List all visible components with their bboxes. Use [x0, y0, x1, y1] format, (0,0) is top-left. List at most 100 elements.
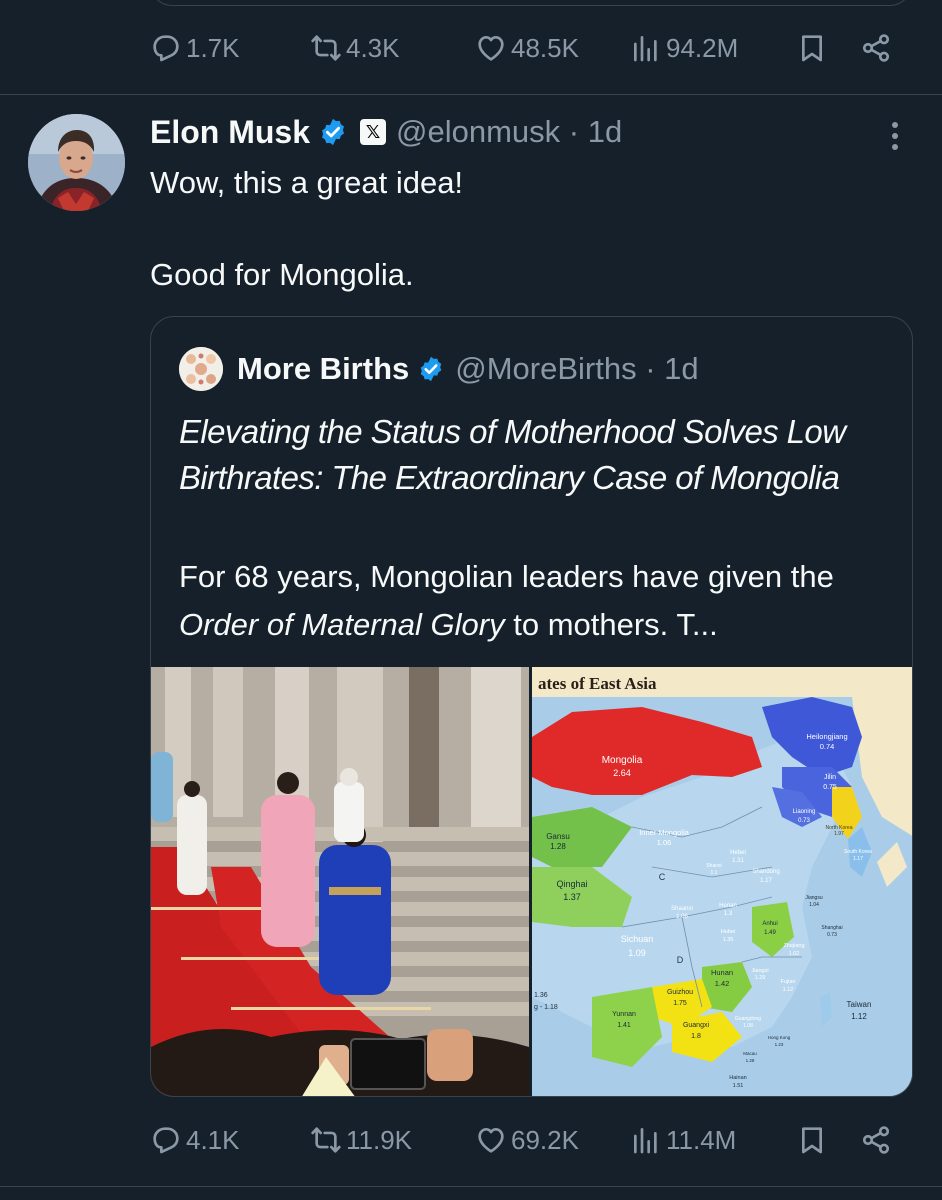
svg-text:Macau: Macau — [743, 1051, 757, 1056]
verified-badge-icon — [322, 118, 345, 146]
map-title: ates of East Asia — [538, 674, 657, 693]
svg-text:Jilin: Jilin — [824, 774, 836, 781]
views-icon — [634, 36, 657, 62]
svg-text:1.04: 1.04 — [809, 902, 819, 908]
svg-text:1.02: 1.02 — [789, 951, 800, 957]
quoted-tweet-header: More Births @MoreBirths · 1d — [179, 347, 699, 391]
verified-badge-icon — [420, 356, 442, 382]
views-icon — [634, 1128, 657, 1154]
divider — [0, 94, 942, 95]
svg-text:Liaoning: Liaoning — [793, 809, 816, 815]
author-name[interactable]: Elon Musk — [150, 114, 310, 151]
svg-text:1.35: 1.35 — [723, 937, 734, 943]
svg-text:0.74: 0.74 — [820, 742, 835, 751]
bookmark-button[interactable] — [796, 1120, 828, 1160]
author-handle: @elonmusk · 1d — [396, 114, 623, 149]
reply-icon — [153, 35, 179, 62]
svg-text:1.06: 1.06 — [676, 914, 688, 920]
svg-text:1.06: 1.06 — [657, 838, 672, 847]
ceremony-photo[interactable] — [151, 667, 529, 1096]
svg-text:1.29: 1.29 — [755, 975, 766, 981]
reply-count: 4.1K — [186, 1124, 240, 1155]
svg-text:Shanxi: Shanxi — [706, 863, 721, 869]
svg-text:1.1: 1.1 — [711, 870, 718, 876]
svg-text:Shanghai: Shanghai — [821, 925, 842, 931]
svg-text:1.17: 1.17 — [760, 878, 772, 884]
views-count: 94.2M — [666, 32, 739, 63]
svg-text:1.42: 1.42 — [715, 979, 730, 988]
svg-text:Shaanxi: Shaanxi — [671, 906, 693, 912]
svg-text:Jiangxi: Jiangxi — [751, 968, 768, 974]
quoted-author-handle: @MoreBirths · 1d — [455, 351, 699, 386]
like-button[interactable]: 48.5K — [475, 28, 579, 68]
bookmark-button[interactable] — [796, 28, 828, 68]
tweet-text-line: Wow, this a great idea! — [150, 165, 464, 200]
svg-text:Yunnan: Yunnan — [612, 1011, 636, 1018]
svg-text:2.64: 2.64 — [613, 768, 631, 778]
svg-text:Hainan: Hainan — [729, 1075, 746, 1081]
svg-text:1.23: 1.23 — [775, 1042, 784, 1047]
repost-icon — [311, 35, 341, 61]
svg-text:0.73: 0.73 — [798, 818, 810, 824]
ceremony-photo-image — [151, 667, 529, 1096]
repost-icon — [311, 1127, 341, 1153]
svg-text:Hunan: Hunan — [711, 968, 733, 977]
previous-tweet-actions: 1.7K 4.3K 48.5K 94.2M — [150, 28, 910, 68]
svg-text:Henan: Henan — [719, 903, 737, 909]
order-name: Order of Maternal Glory — [179, 607, 505, 642]
divider — [0, 1186, 942, 1187]
avatar-image — [28, 114, 125, 211]
views-button[interactable]: 94.2M — [630, 28, 738, 68]
heart-icon — [478, 1128, 504, 1153]
quoted-author-name: More Births — [237, 351, 410, 386]
previous-card-edge — [150, 0, 912, 6]
svg-text:Gansu: Gansu — [546, 832, 570, 841]
repost-button[interactable]: 4.3K — [310, 28, 400, 68]
svg-text:1.75: 1.75 — [673, 1000, 687, 1007]
svg-text:1.41: 1.41 — [617, 1022, 631, 1029]
fertility-map[interactable]: ates of East Asia Mongolia 2.64 Heilongj… — [532, 667, 912, 1096]
tweet-text-line: Good for Mongolia. — [150, 257, 414, 292]
quoted-avatar — [179, 347, 223, 391]
more-options-icon[interactable] — [880, 118, 910, 154]
share-button[interactable] — [860, 28, 892, 68]
repost-count: 4.3K — [346, 32, 400, 63]
tweet-actions: 4.1K 11.9K 69.2K 11.4M — [150, 1120, 910, 1160]
svg-text:Inner Mongolia: Inner Mongolia — [639, 828, 689, 837]
share-icon — [862, 34, 890, 62]
repost-count: 11.9K — [346, 1124, 413, 1155]
bookmark-icon — [802, 1127, 822, 1154]
svg-text:1.28: 1.28 — [550, 842, 566, 851]
svg-text:1.51: 1.51 — [733, 1083, 744, 1089]
reply-button[interactable]: 1.7K — [150, 28, 240, 68]
svg-text:Guangdong: Guangdong — [735, 1016, 761, 1022]
share-button[interactable] — [860, 1120, 892, 1160]
reply-count: 1.7K — [186, 32, 240, 63]
reply-icon — [153, 1127, 179, 1154]
like-button[interactable]: 69.2K — [475, 1120, 579, 1160]
tweet-time[interactable]: 1d — [588, 114, 622, 149]
views-button[interactable]: 11.4M — [630, 1120, 736, 1160]
share-icon — [862, 1126, 890, 1154]
repost-button[interactable]: 11.9K — [310, 1120, 412, 1160]
tweet-text: Wow, this a great idea! Good for Mongoli… — [150, 160, 910, 298]
svg-text:Hebei: Hebei — [730, 850, 746, 856]
fertility-map-image: ates of East Asia Mongolia 2.64 Heilongj… — [532, 667, 912, 1096]
quoted-tweet[interactable]: More Births @MoreBirths · 1d Elevating t… — [150, 316, 913, 1097]
heart-icon — [478, 36, 504, 61]
tweet-header: Elon Musk 𝕏 @elonmusk · 1d — [150, 110, 622, 154]
svg-text:Guizhou: Guizhou — [667, 989, 693, 996]
svg-text:1.12: 1.12 — [851, 1012, 867, 1021]
svg-text:D: D — [677, 955, 684, 965]
svg-text:0.73: 0.73 — [827, 932, 837, 938]
svg-text:1.3: 1.3 — [724, 911, 733, 917]
reply-button[interactable]: 4.1K — [150, 1120, 240, 1160]
svg-text:1.09: 1.09 — [628, 948, 646, 958]
svg-text:C: C — [659, 872, 666, 882]
svg-text:0.75: 0.75 — [823, 784, 837, 791]
svg-text:South Korea: South Korea — [844, 849, 872, 855]
bookmark-icon — [802, 35, 822, 62]
avatar[interactable] — [28, 114, 125, 211]
svg-text:Shandong: Shandong — [752, 869, 779, 875]
svg-text:1.8: 1.8 — [691, 1033, 701, 1040]
